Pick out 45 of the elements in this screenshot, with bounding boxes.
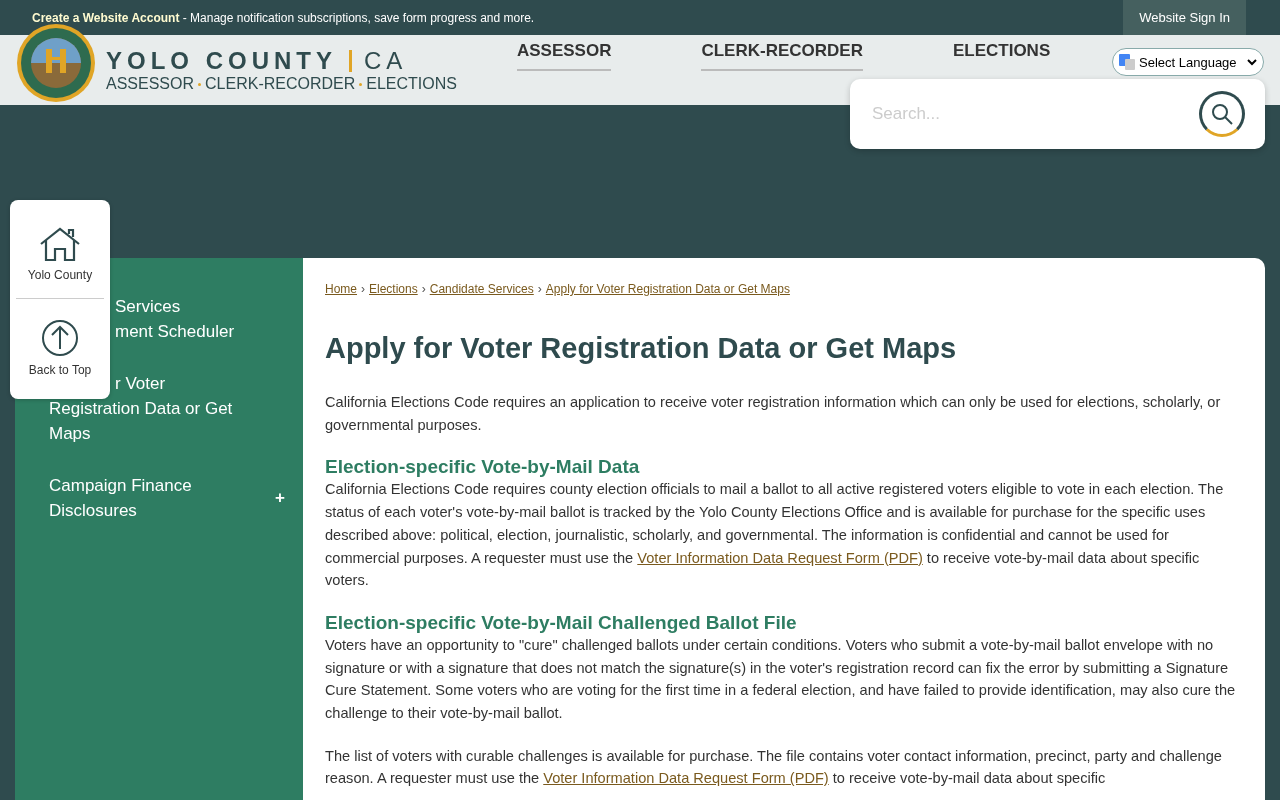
site-subtitle-word: ASSESSOR <box>106 75 195 93</box>
site-subtitle-word: CLERK-RECORDER <box>205 75 356 93</box>
breadcrumb-link[interactable]: Elections <box>369 282 418 296</box>
search-icon <box>1210 102 1234 126</box>
breadcrumb-link[interactable]: Home <box>325 282 357 296</box>
paragraph: Voters have an opportunity to "cure" challenged ballots under certain conditions. Voters who submit a vote-by-mail ballot envelope with no signature or with a signature that does not match the signature(s) in the voter's registration record can fix the error by submitting a Signature Cure Statement. Some voters who are voting for the first time in a federal election, and have failed to provide identification, may also cure the challenge to their vote-by-mail ballot. <box>325 635 1237 724</box>
sidebar-link-text[interactable]: Campaign Finance <box>49 473 192 498</box>
sidebar-link-text[interactable]: Registration Data or Get <box>49 396 233 421</box>
nav-link[interactable]: ASSESSOR <box>516 41 612 71</box>
breadcrumb-separator: › <box>361 282 365 296</box>
create-account-link[interactable]: Create a Website Account <box>32 10 180 25</box>
section-heading: Election-specific Vote-by-Mail Challenged Ballot File <box>325 611 798 634</box>
page-title: Apply for Voter Registration Data or Get Maps <box>325 332 958 365</box>
sidebar-link-text[interactable]: r Voter <box>115 371 166 396</box>
nav-link[interactable]: CLERK-RECORDER <box>701 41 863 71</box>
arrow-up-icon <box>41 319 79 357</box>
language-select[interactable]: Select Language <box>1112 48 1264 76</box>
sidebar-link-text[interactable]: ment Scheduler <box>115 319 235 344</box>
search-button[interactable] <box>1199 91 1245 137</box>
sidebar-link-text[interactable]: Maps <box>49 421 91 446</box>
quick-link[interactable]: Yolo County <box>16 206 104 298</box>
paragraph: California Elections Code requires county election officials to mail a ballot to all active registered voters eligible to vote in each election. The status of each voter's vote-by-mail ballot is tracked by the Yolo County Elections Office and is available for purchase for the specific uses described above: political, election, journalistic, scholarly, and governmental. The information is confidential and cannot be used for commercial purposes. A requester must use the Voter Information Data Request Form (PDF) to receive vote-by-mail data about specific voters. <box>325 480 1225 591</box>
chevron-down-icon <box>1247 58 1257 66</box>
nav-link[interactable]: ELECTIONS <box>952 41 1051 71</box>
translate-icon <box>1119 54 1135 70</box>
form-link[interactable]: Voter Information Data Request Form (PDF) <box>637 549 923 566</box>
site-title: YOLO COUNTY <box>106 47 337 75</box>
breadcrumb-separator: › <box>537 282 542 296</box>
sidebar-link-text[interactable]: Services <box>115 294 181 319</box>
breadcrumb-link[interactable]: Candidate Services <box>429 282 534 296</box>
section-heading: Election-specific Vote-by-Mail Data <box>325 456 641 479</box>
breadcrumb-separator: › <box>421 282 426 296</box>
site-subtitle-word: ELECTIONS <box>366 75 457 93</box>
paragraph: The list of voters with curable challenges is available for purchase. The file contains voter contact information, precinct, party and challenge reason. A requester must use the Voter Information Data Request Form (PDF) to receive vote-by-mail data about specific <box>325 746 1223 789</box>
breadcrumb-link[interactable]: Apply for Voter Registration Data or Get Maps <box>545 282 790 296</box>
sidebar-link-text[interactable]: Disclosures <box>49 498 137 523</box>
quick-link[interactable]: Back to Top <box>16 298 104 393</box>
account-banner-text: Create a Website Account - Manage notification subscriptions, save form progress and more. <box>32 10 535 25</box>
site-title-suffix: CA <box>364 47 408 75</box>
house-icon <box>39 226 81 262</box>
form-link[interactable]: Voter Information Data Request Form (PDF) <box>543 770 829 787</box>
expand-button[interactable]: + <box>271 488 289 508</box>
sign-in-button[interactable]: Website Sign In <box>1123 0 1246 35</box>
intro-paragraph: California Elections Code requires an application to receive voter registration information which can only be used for elections, scholarly, or governmental purposes. <box>325 393 1222 435</box>
county-seal-logo[interactable] <box>16 23 96 103</box>
